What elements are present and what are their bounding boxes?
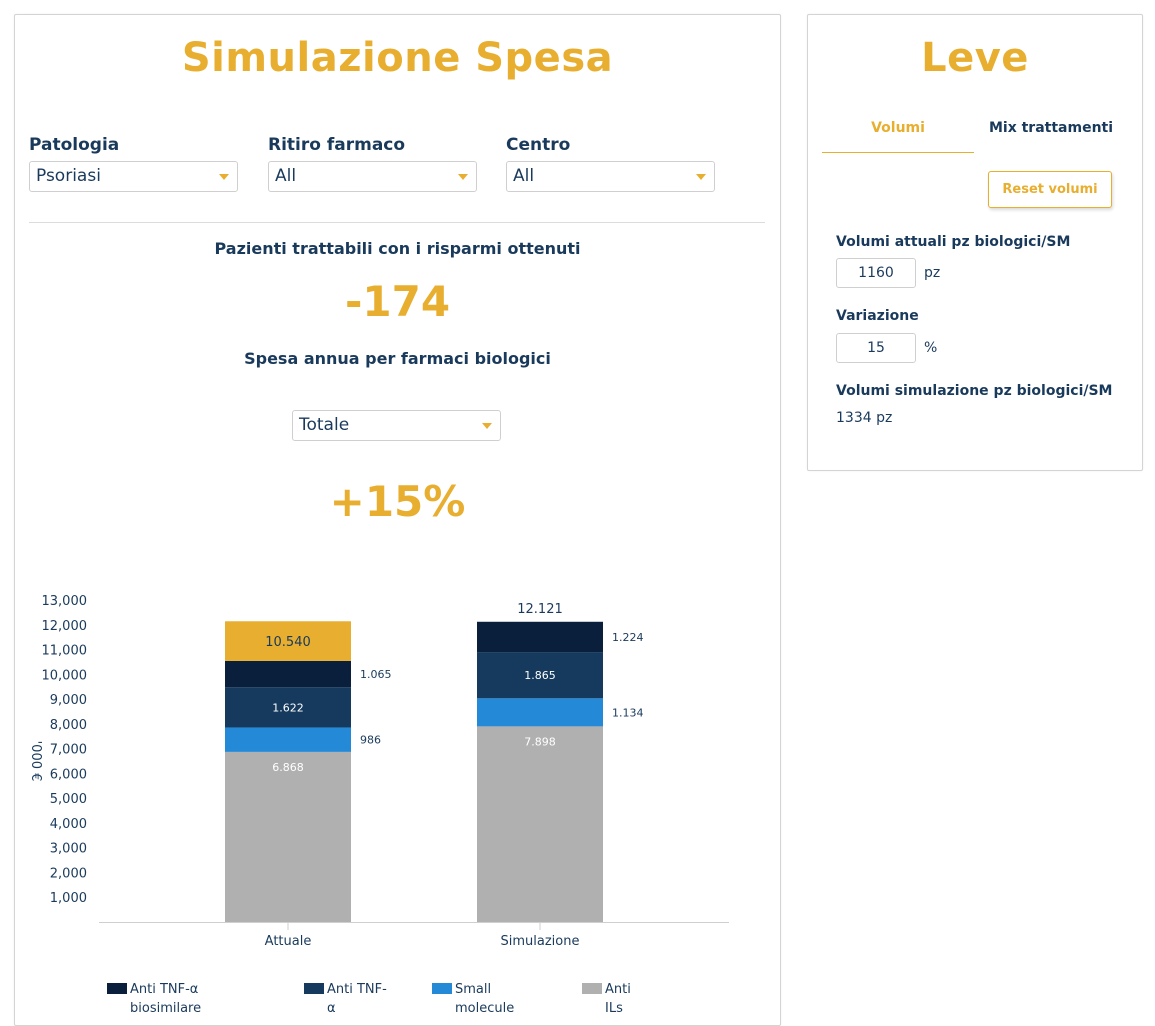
filter-label-patologia: Patologia: [29, 135, 120, 155]
ritiro-farmaco-select[interactable]: All: [268, 161, 477, 192]
legend-label: Anti TNF-α: [327, 982, 387, 1016]
chevron-down-icon: [458, 174, 468, 180]
patients-heading: Pazienti trattabili con i risparmi otten…: [214, 239, 581, 258]
spend-change-value: +15%: [329, 477, 466, 526]
tab-volumi[interactable]: Volumi: [822, 120, 974, 153]
reset-volumi-button[interactable]: Reset volumi: [988, 171, 1112, 208]
centro-select[interactable]: All: [506, 161, 715, 192]
legend-swatch: [432, 983, 452, 994]
current-volume-label: Volumi attuali pz biologici/SM: [836, 234, 1071, 250]
y-tick-label: 2,000: [50, 866, 87, 881]
legend-label: Anti ILs: [605, 982, 631, 1016]
data-label: 1.134: [612, 706, 644, 719]
levers-title: Leve: [921, 35, 1029, 81]
filter-label-centro: Centro: [506, 135, 571, 155]
legend-swatch: [582, 983, 602, 994]
data-label: 1.865: [524, 669, 556, 682]
y-tick-label: 6,000: [50, 767, 87, 782]
tab-mix-trattamenti[interactable]: Mix trattamenti: [975, 120, 1127, 152]
y-tick-label: 9,000: [50, 693, 87, 708]
bar-total-label: 12.121: [517, 602, 563, 617]
bar-segment-anti-tnf-biosimilare: [225, 660, 351, 688]
divider: [29, 222, 765, 223]
current-volume-unit: pz: [924, 265, 941, 281]
page-title: Simulazione Spesa: [181, 35, 614, 81]
data-label: 7.898: [524, 735, 556, 748]
patologia-select-value: Psoriasi: [36, 166, 101, 186]
y-axis-label: '000 €: [28, 741, 43, 782]
legend-label: Anti TNF-α biosimilare: [130, 982, 202, 1016]
y-tick-label: 7,000: [50, 743, 87, 758]
bar-segment-small-molecule: [225, 727, 351, 752]
sim-volume-label: Volumi simulazione pz biologici/SM: [836, 383, 1113, 399]
data-label: 986: [360, 734, 381, 747]
chevron-down-icon: [482, 423, 492, 429]
bar-segment-anti-ils: [225, 751, 351, 922]
y-tick-label: 3,000: [50, 842, 87, 857]
chevron-down-icon: [219, 174, 229, 180]
patients-value: -174: [344, 277, 451, 326]
filter-label-ritiro: Ritiro farmaco: [268, 135, 406, 155]
data-label: 1.224: [612, 631, 644, 644]
bar-segment-anti-tnf-biosimilare: [477, 621, 603, 653]
bar-segment-small-molecule: [477, 698, 603, 727]
data-label: 6.868: [272, 761, 304, 774]
y-tick-label: 11,000: [42, 644, 88, 659]
x-tick-label: Attuale: [265, 934, 312, 949]
current-volume-input[interactable]: [836, 258, 916, 288]
y-tick-label: 10,000: [42, 668, 88, 683]
spend-type-select-value: Totale: [299, 415, 350, 435]
variation-input[interactable]: [836, 333, 916, 363]
y-tick-label: 5,000: [50, 792, 87, 807]
sim-volume-value: 1334 pz: [836, 410, 893, 426]
data-label: 1.065: [360, 668, 392, 681]
variation-label: Variazione: [836, 308, 919, 324]
y-tick-label: 4,000: [50, 817, 87, 832]
chevron-down-icon: [696, 174, 706, 180]
legend-label: Small molecule: [455, 982, 515, 1016]
bar-segment-anti-ils: [477, 726, 603, 922]
data-label: 1.622: [272, 701, 304, 714]
spend-type-select[interactable]: Totale: [292, 410, 501, 441]
x-tick-label: Simulazione: [501, 934, 580, 949]
ritiro-farmaco-select-value: All: [275, 166, 297, 186]
y-tick-label: 1,000: [50, 891, 87, 906]
stacked-bar-chart: 1,000 2,000 3,000 4,000 5,000 6,000 7,000 8,000…: [28, 594, 729, 949]
legend-swatch: [107, 983, 127, 994]
levers-panel: Leve Volumi Mix trattamenti Reset volumi…: [807, 14, 1143, 471]
y-tick-label: 12,000: [42, 619, 88, 634]
patologia-select[interactable]: Psoriasi: [29, 161, 238, 192]
bar-total-label: 10.540: [265, 635, 311, 650]
spend-heading: Spesa annua per farmaci biologici: [244, 349, 551, 368]
y-tick-label: 13,000: [42, 594, 88, 609]
variation-unit: %: [924, 340, 938, 356]
centro-select-value: All: [513, 166, 535, 186]
legend-swatch: [304, 983, 324, 994]
y-tick-label: 8,000: [50, 718, 87, 733]
